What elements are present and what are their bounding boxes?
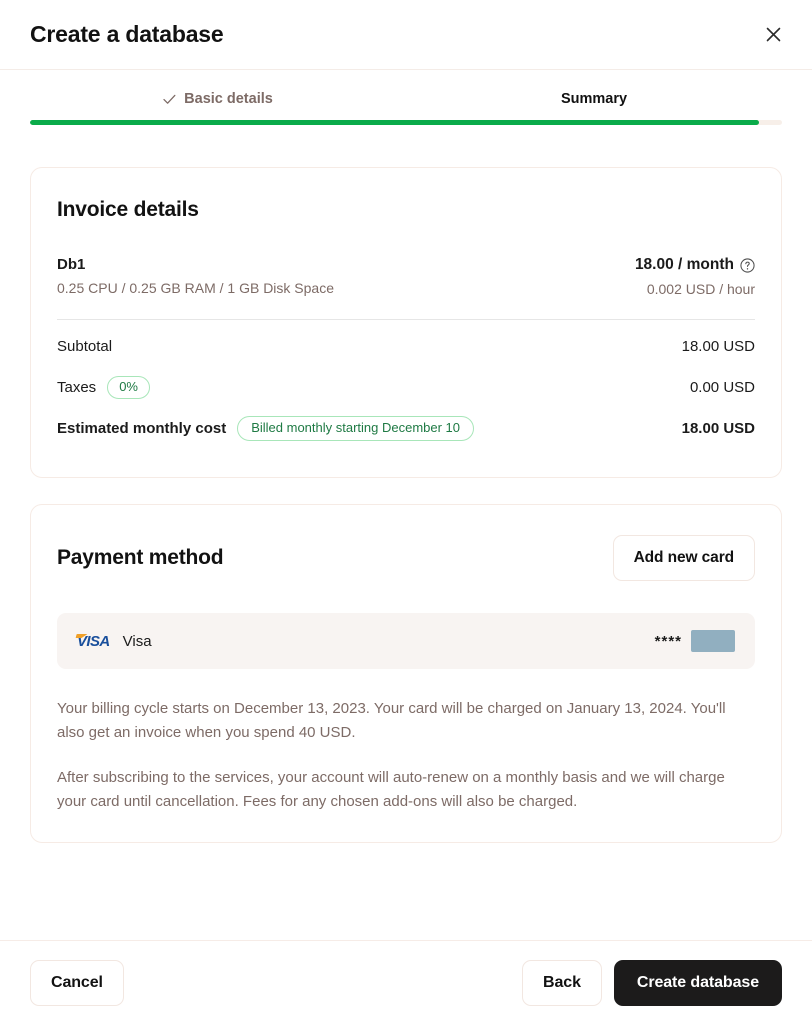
- payment-method-header: Payment method Add new card: [57, 535, 755, 581]
- line-item-description: Db1 0.25 CPU / 0.25 GB RAM / 1 GB Disk S…: [57, 256, 334, 296]
- invoice-details-title: Invoice details: [57, 198, 199, 221]
- total-row-label: Taxes: [57, 378, 97, 396]
- body-bottom-spacer: [30, 869, 782, 929]
- card-identity: VISA Visa: [77, 633, 152, 650]
- line-item-pricing: 18.00 / month 0.002 USD / hour: [635, 256, 755, 297]
- close-icon: [766, 27, 781, 42]
- line-item-price-wrap: 18.00 / month: [635, 256, 755, 274]
- total-row-left: Taxes 0%: [57, 375, 150, 400]
- question-mark-circle-icon[interactable]: [740, 257, 755, 273]
- modal-footer: Cancel Back Create database: [0, 940, 812, 1024]
- line-item-name: Db1: [57, 256, 86, 273]
- total-row-left: Estimated monthly cost Billed monthly sta…: [57, 415, 475, 442]
- step-basic-details-label: Basic details: [184, 91, 273, 107]
- payment-method-panel: Payment method Add new card VISA Visa **…: [30, 504, 782, 843]
- saved-card-row[interactable]: VISA Visa ****: [57, 613, 755, 669]
- check-icon: [163, 94, 176, 105]
- status-badge: 0%: [107, 375, 150, 400]
- page-title: Create a database: [30, 21, 224, 47]
- card-last4-redacted: [691, 630, 735, 652]
- footer-actions: Back Create database: [522, 959, 782, 1006]
- card-brand-label: Visa: [122, 632, 152, 650]
- total-row-value: 18.00 USD: [681, 420, 755, 437]
- modal-header: Create a database: [0, 0, 812, 70]
- total-row: Estimated monthly cost Billed monthly sta…: [57, 408, 755, 449]
- modal-body[interactable]: Invoice details Db1 0.25 CPU / 0.25 GB R…: [0, 125, 812, 940]
- total-row-label: Estimated monthly cost: [57, 419, 227, 437]
- card-mask: ****: [654, 632, 682, 650]
- total-row-value: 0.00 USD: [689, 379, 755, 396]
- step-basic-details[interactable]: Basic details: [30, 90, 406, 120]
- total-row-value: 18.00 USD: [681, 338, 755, 355]
- invoice-details-panel: Invoice details Db1 0.25 CPU / 0.25 GB R…: [30, 167, 782, 478]
- create-database-modal: Create a database Basic details Summary: [0, 0, 812, 1024]
- cancel-button[interactable]: Cancel: [30, 959, 124, 1006]
- stepper-labels: Basic details Summary: [0, 90, 812, 120]
- wizard-stepper: Basic details Summary: [0, 70, 812, 125]
- total-row: Taxes 0% 0.00 USD: [57, 367, 755, 408]
- step-summary-label: Summary: [560, 91, 628, 107]
- total-row-label: Subtotal: [57, 338, 113, 355]
- invoice-line-item: Db1 0.25 CPU / 0.25 GB RAM / 1 GB Disk S…: [57, 256, 755, 320]
- total-row: Subtotal 18.00 USD: [57, 326, 755, 367]
- step-summary[interactable]: Summary: [406, 90, 782, 120]
- line-item-spec: 0.25 CPU / 0.25 GB RAM / 1 GB Disk Space: [57, 280, 334, 296]
- close-button[interactable]: [758, 20, 788, 50]
- create-database-button[interactable]: Create database: [613, 959, 782, 1006]
- billing-note-renewal: After subscribing to the services, your …: [57, 769, 725, 811]
- billing-note-cycle: Your billing cycle starts on December 13…: [57, 700, 726, 741]
- payment-method-title: Payment method: [57, 546, 224, 569]
- back-button[interactable]: Back: [522, 959, 602, 1006]
- status-badge: Billed monthly starting December 10: [237, 415, 475, 442]
- line-item-rate: 0.002 USD / hour: [646, 281, 755, 297]
- card-number-display: ****: [655, 630, 735, 652]
- add-new-card-button[interactable]: Add new card: [612, 535, 755, 581]
- line-item-price: 18.00 / month: [634, 256, 734, 273]
- total-row-left: Subtotal: [57, 338, 112, 355]
- visa-logo-icon: VISA: [77, 632, 110, 650]
- invoice-totals: Subtotal 18.00 USD Taxes 0% 0.00 USD Estimate…: [57, 320, 755, 449]
